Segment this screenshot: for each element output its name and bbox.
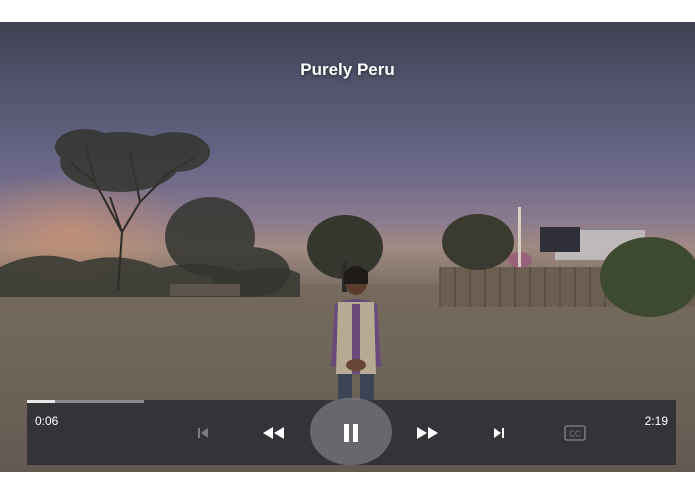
svg-text:CC: CC (569, 429, 581, 438)
play-pause-button[interactable] (327, 400, 375, 465)
progress-fill (27, 400, 55, 403)
current-time: 0:06 (35, 414, 59, 428)
skip-previous-icon (198, 427, 208, 438)
fast-forward-icon (417, 426, 438, 439)
skip-next-icon (494, 427, 504, 438)
rewind-icon (263, 426, 284, 439)
fast-forward-button[interactable] (412, 400, 442, 465)
person-figure (331, 266, 381, 400)
pause-icon (344, 423, 358, 442)
next-button[interactable] (486, 400, 512, 465)
captions-button[interactable]: CC (560, 400, 590, 465)
previous-button[interactable] (190, 400, 216, 465)
closed-captions-icon: CC (564, 424, 586, 441)
player-controls-bar: 0:06 2:19 CC (27, 398, 676, 465)
total-time: 2:19 (644, 414, 668, 428)
rewind-button[interactable] (259, 400, 289, 465)
progress-bar[interactable] (27, 400, 144, 403)
video-title: Purely Peru (300, 60, 395, 79)
video-viewport[interactable]: Purely Peru 0:06 2:19 CC (0, 22, 695, 472)
